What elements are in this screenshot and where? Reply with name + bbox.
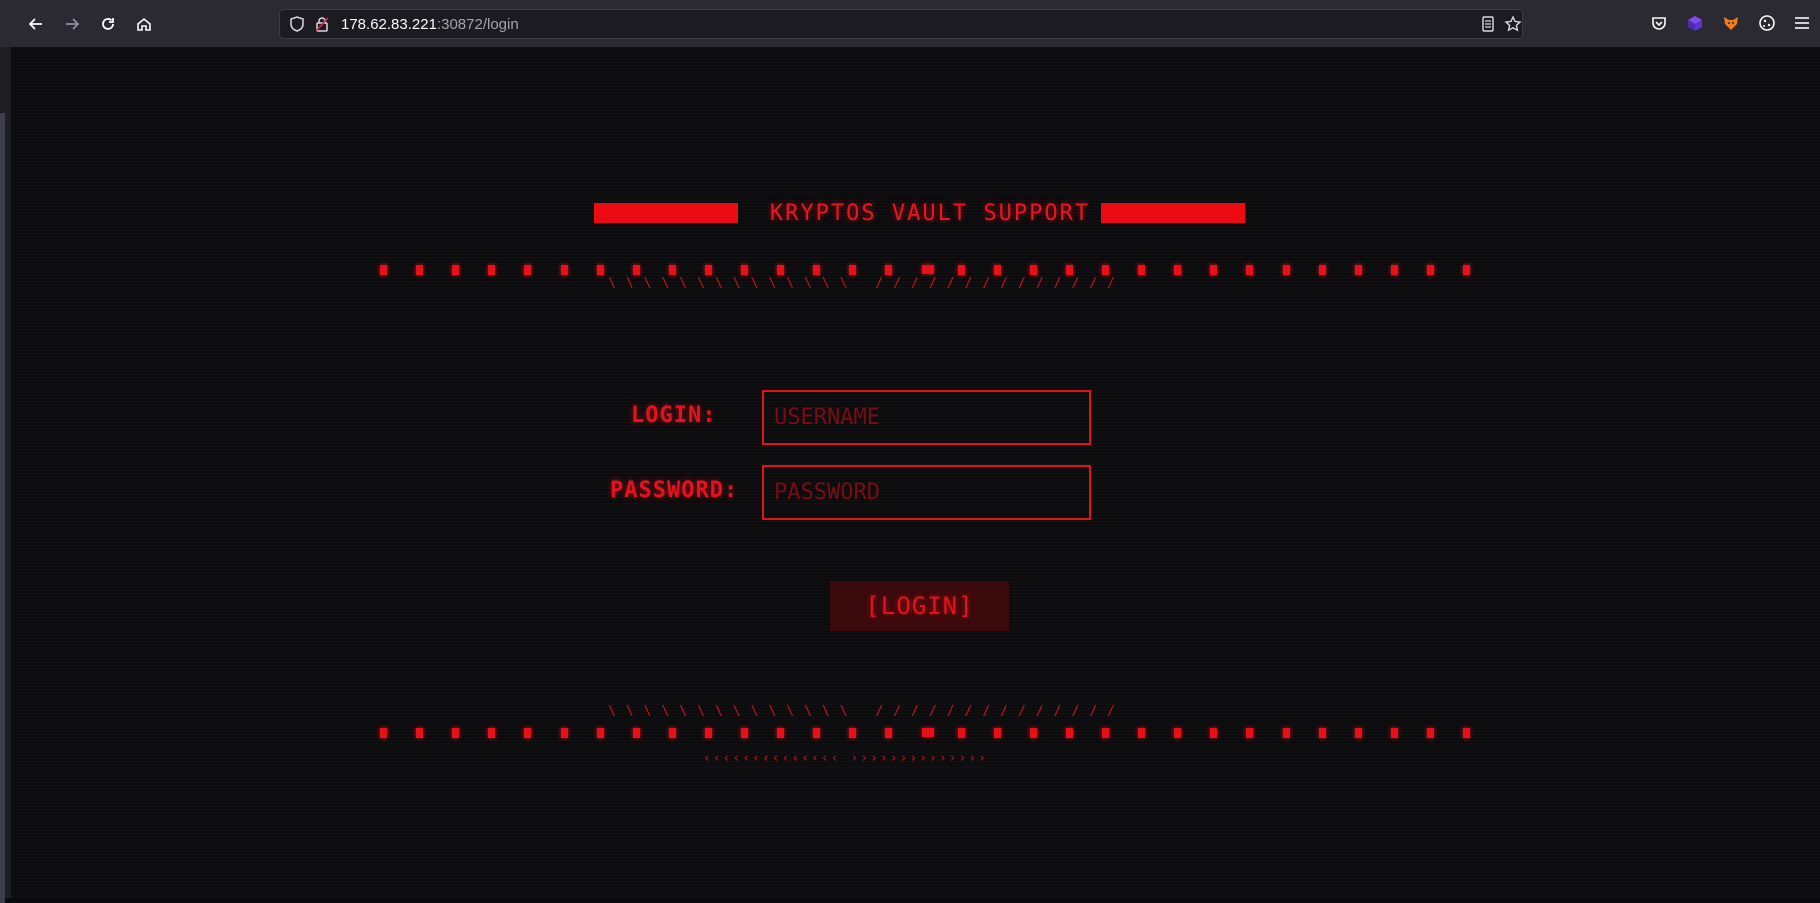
indicator-dot [1463, 265, 1470, 275]
indicator-dot [993, 265, 1001, 275]
indicator-dot [1065, 265, 1073, 275]
arrow-row-bottom: ‹‹‹‹‹‹‹‹‹‹‹‹‹‹ ›››››››››››››› [703, 751, 988, 766]
url-path: :30872/login [436, 16, 519, 33]
indicator-dot [416, 265, 424, 275]
indicator-dot [1029, 728, 1037, 738]
indicator-dot [488, 728, 496, 738]
indicator-dot [1210, 728, 1218, 738]
indicator-dot [957, 265, 965, 275]
indicator-dot [1318, 265, 1326, 275]
indicator-dot [885, 265, 893, 275]
login-label: LOGIN: [631, 403, 717, 428]
indicator-dot [560, 728, 568, 738]
page-title: KRYPTOS VAULT SUPPORT [769, 201, 1091, 226]
indicator-dot [1102, 265, 1109, 275]
browser-toolbar: 178.62.83.221:30872/login [0, 0, 1820, 48]
indicator-dot [813, 265, 821, 275]
indicator-dot [885, 728, 893, 738]
title-bar-left [594, 203, 738, 223]
indicator-dot [452, 728, 460, 738]
indicator-dot [1390, 728, 1398, 738]
slash-row-bottom: \\\\\\\\\\\\\\ ////////////// [608, 704, 1125, 719]
back-icon[interactable] [24, 12, 48, 36]
indicator-dot [777, 265, 785, 275]
password-label: PASSWORD: [610, 478, 739, 503]
indicator-dot [921, 265, 934, 274]
indicator-dot [1138, 728, 1146, 738]
indicator-dot [1065, 728, 1073, 738]
pocket-icon[interactable] [1648, 12, 1670, 34]
indicator-dot [777, 728, 785, 738]
indicator-dot [560, 265, 568, 275]
indicator-dot [1246, 728, 1254, 738]
indicator-dot [1426, 728, 1434, 738]
indicator-dot [380, 728, 387, 738]
indicator-dot [1463, 728, 1470, 738]
reader-view-icon[interactable] [1479, 15, 1497, 33]
slash-row-top: \\\\\\\\\\\\\\ ////////////// [608, 276, 1125, 291]
forward-icon[interactable] [60, 12, 84, 36]
indicator-dot [524, 265, 532, 275]
indicator-dot [668, 265, 676, 275]
indicator-dot [741, 728, 748, 738]
bookmark-star-icon[interactable] [1504, 15, 1522, 33]
indicator-dot [957, 728, 965, 738]
indicator-dot [1390, 265, 1398, 275]
indicator-dot [632, 265, 640, 275]
indicator-dot [668, 728, 676, 738]
url-text[interactable]: 178.62.83.221:30872/login [341, 16, 519, 33]
indicator-dot [921, 728, 934, 737]
insecure-lock-icon[interactable] [313, 15, 331, 33]
indicator-dot [704, 728, 712, 738]
indicator-dot [488, 265, 496, 275]
indicator-dot [524, 728, 532, 738]
indicator-dot [1246, 265, 1254, 275]
extension-cube-icon[interactable] [1684, 12, 1706, 34]
indicator-dot [632, 728, 640, 738]
indicator-dot [452, 265, 460, 275]
indicator-dot [416, 728, 424, 738]
window-left-edge [0, 47, 11, 903]
indicator-dot [1318, 728, 1326, 738]
menu-icon[interactable] [1791, 12, 1813, 34]
indicator-dot [1426, 265, 1434, 275]
indicator-dot [596, 265, 604, 275]
side-highlight [0, 113, 5, 903]
title-bar-right [1101, 203, 1245, 223]
dot-row-bottom [380, 728, 1472, 738]
indicator-dot [741, 265, 748, 275]
url-host: 178.62.83.221 [341, 16, 437, 33]
shield-icon[interactable] [288, 15, 306, 33]
login-page: KRYPTOS VAULT SUPPORT \\\\\\\\\\\\\\ ///… [11, 47, 1820, 898]
dot-row-top [380, 265, 1472, 275]
indicator-dot [849, 265, 857, 275]
indicator-dot [704, 265, 712, 275]
login-button[interactable]: [LOGIN] [830, 581, 1009, 631]
address-bar[interactable]: 178.62.83.221:30872/login [279, 9, 1523, 39]
username-input[interactable] [762, 390, 1091, 445]
extension-fox-icon[interactable] [1720, 12, 1742, 34]
indicator-dot [1029, 265, 1037, 275]
indicator-dot [849, 728, 857, 738]
indicator-dot [1102, 728, 1109, 738]
indicator-dot [1138, 265, 1146, 275]
indicator-dot [813, 728, 821, 738]
password-input[interactable] [762, 465, 1091, 520]
indicator-dot [1354, 265, 1362, 275]
indicator-dot [380, 265, 387, 275]
home-icon[interactable] [132, 12, 156, 36]
indicator-dot [1210, 265, 1218, 275]
indicator-dot [1174, 265, 1182, 275]
indicator-dot [1174, 728, 1182, 738]
indicator-dot [993, 728, 1001, 738]
indicator-dot [596, 728, 604, 738]
indicator-dot [1354, 728, 1362, 738]
indicator-dot [1282, 728, 1290, 738]
indicator-dot [1282, 265, 1290, 275]
reload-icon[interactable] [96, 12, 120, 36]
cookie-extension-icon[interactable] [1756, 12, 1778, 34]
